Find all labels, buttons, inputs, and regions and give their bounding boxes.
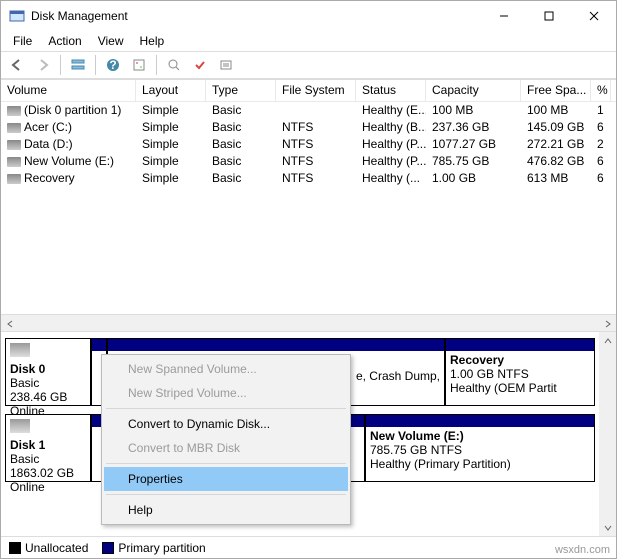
toolbar-separator	[95, 55, 96, 75]
props-button[interactable]	[214, 54, 238, 76]
swatch-black-icon	[9, 542, 21, 554]
partition-new-volume[interactable]: New Volume (E:) 785.75 GB NTFS Healthy (…	[365, 414, 595, 482]
col-status[interactable]: Status	[356, 80, 426, 101]
ctx-separator	[106, 494, 346, 495]
menu-help[interactable]: Help	[132, 32, 173, 50]
legend-primary: Primary partition	[102, 541, 205, 555]
col-layout[interactable]: Layout	[136, 80, 206, 101]
col-percent[interactable]: %	[591, 80, 611, 101]
title-bar: Disk Management	[1, 1, 616, 31]
ctx-properties[interactable]: Properties	[104, 467, 348, 491]
scroll-up-icon[interactable]	[599, 332, 616, 349]
col-free[interactable]: Free Spa...	[521, 80, 591, 101]
toolbar-separator	[156, 55, 157, 75]
disk-kind: Basic	[10, 376, 86, 390]
back-button[interactable]	[5, 54, 29, 76]
maximize-button[interactable]	[526, 1, 571, 31]
table-row[interactable]: Data (D:)SimpleBasicNTFSHealthy (P...107…	[1, 136, 616, 153]
disk-icon	[10, 343, 30, 357]
scroll-down-icon[interactable]	[599, 519, 616, 536]
col-capacity[interactable]: Capacity	[426, 80, 521, 101]
volume-icon	[7, 140, 21, 150]
volume-table-body: (Disk 0 partition 1)SimpleBasicHealthy (…	[1, 102, 616, 314]
disk-icon	[10, 419, 30, 433]
disk-state: Online	[10, 480, 86, 494]
search-button[interactable]	[162, 54, 186, 76]
scroll-right-icon[interactable]	[599, 315, 616, 332]
partition-title: Recovery	[450, 353, 590, 367]
check-button[interactable]	[188, 54, 212, 76]
table-row[interactable]: New Volume (E:)SimpleBasicNTFSHealthy (P…	[1, 153, 616, 170]
menu-file[interactable]: File	[5, 32, 40, 50]
minimize-button[interactable]	[481, 1, 526, 31]
volume-icon	[7, 174, 21, 184]
help-button[interactable]: ?	[101, 54, 125, 76]
ctx-separator	[106, 408, 346, 409]
partition-size: 785.75 GB NTFS	[370, 443, 590, 457]
app-icon	[9, 8, 25, 24]
volume-icon	[7, 106, 21, 116]
volume-table: Volume Layout Type File System Status Ca…	[1, 79, 616, 314]
ctx-convert-mbr[interactable]: Convert to MBR Disk	[104, 436, 348, 460]
disk-size: 1863.02 GB	[10, 466, 86, 480]
ctx-new-striped[interactable]: New Striped Volume...	[104, 381, 348, 405]
table-row[interactable]: (Disk 0 partition 1)SimpleBasicHealthy (…	[1, 102, 616, 119]
partition-recovery[interactable]: Recovery 1.00 GB NTFS Healthy (OEM Parti…	[445, 338, 595, 406]
disk-info[interactable]: Disk 0 Basic 238.46 GB Online	[5, 338, 91, 406]
close-button[interactable]	[571, 1, 616, 31]
volume-icon	[7, 123, 21, 133]
disk-kind: Basic	[10, 452, 86, 466]
settings-button[interactable]	[127, 54, 151, 76]
svg-text:?: ?	[109, 58, 116, 72]
watermark: wsxdn.com	[555, 544, 610, 556]
swatch-navy-icon	[102, 542, 114, 554]
window-title: Disk Management	[31, 9, 481, 23]
horizontal-scrollbar[interactable]	[1, 314, 616, 331]
menu-action[interactable]: Action	[40, 32, 89, 50]
table-row[interactable]: Acer (C:)SimpleBasicNTFSHealthy (B...237…	[1, 119, 616, 136]
partition-title: New Volume (E:)	[370, 429, 590, 443]
volume-icon	[7, 157, 21, 167]
col-type[interactable]: Type	[206, 80, 276, 101]
vertical-scrollbar[interactable]	[599, 332, 616, 536]
volume-table-header: Volume Layout Type File System Status Ca…	[1, 80, 616, 102]
partition-status: Healthy (Primary Partition)	[370, 457, 590, 471]
legend-unallocated: Unallocated	[9, 541, 88, 555]
forward-button[interactable]	[31, 54, 55, 76]
legend: Unallocated Primary partition	[1, 536, 616, 558]
menu-bar: File Action View Help	[1, 31, 616, 51]
partition-status: Healthy (OEM Partit	[450, 381, 590, 395]
ctx-help[interactable]: Help	[104, 498, 348, 522]
col-filesystem[interactable]: File System	[276, 80, 356, 101]
ctx-separator	[106, 463, 346, 464]
partition-text: e, Crash Dump,	[356, 369, 440, 383]
disk-name: Disk 0	[10, 362, 86, 376]
table-row[interactable]: RecoverySimpleBasicNTFSHealthy (...1.00 …	[1, 170, 616, 187]
ctx-convert-dynamic[interactable]: Convert to Dynamic Disk...	[104, 412, 348, 436]
disk-info[interactable]: Disk 1 Basic 1863.02 GB Online	[5, 414, 91, 482]
ctx-new-spanned[interactable]: New Spanned Volume...	[104, 357, 348, 381]
view-list-button[interactable]	[66, 54, 90, 76]
scroll-left-icon[interactable]	[1, 315, 18, 332]
partition-size: 1.00 GB NTFS	[450, 367, 590, 381]
toolbar-separator	[60, 55, 61, 75]
context-menu: New Spanned Volume... New Striped Volume…	[101, 354, 351, 525]
disk-size: 238.46 GB	[10, 390, 86, 404]
toolbar: ?	[1, 51, 616, 79]
disk-name: Disk 1	[10, 438, 86, 452]
menu-view[interactable]: View	[90, 32, 132, 50]
col-volume[interactable]: Volume	[1, 80, 136, 101]
